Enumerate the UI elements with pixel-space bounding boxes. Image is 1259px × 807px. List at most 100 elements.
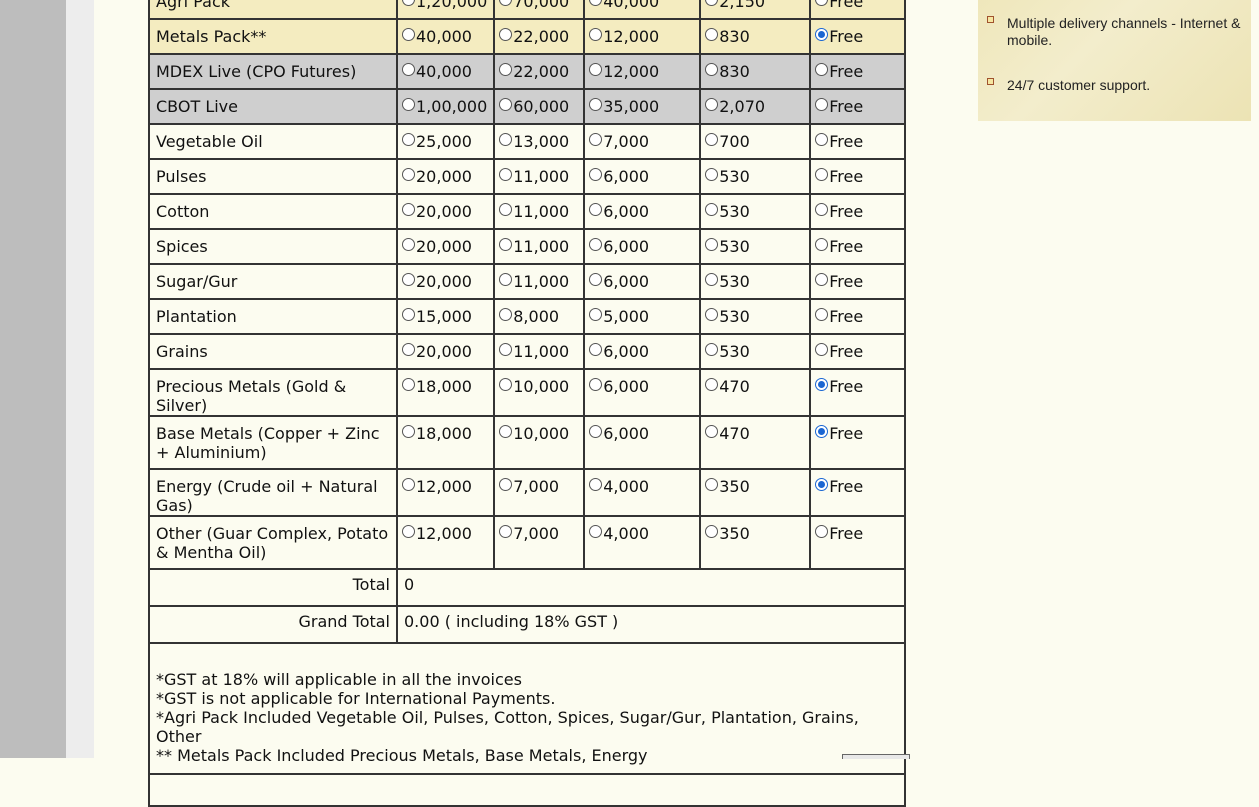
radio-button[interactable] [815,0,829,6]
radio-button[interactable] [705,525,719,538]
radio-button[interactable] [499,28,513,41]
radio-button[interactable] [705,238,719,251]
radio-button[interactable] [589,0,603,6]
radio-button[interactable] [589,98,603,111]
radio-button[interactable] [402,133,415,146]
radio-button[interactable] [402,238,415,251]
radio-button[interactable] [589,308,603,321]
radio-button[interactable] [815,425,829,438]
price-option-cell: 530 [699,298,812,335]
radio-button[interactable] [402,28,415,41]
radio-button[interactable] [705,0,719,6]
radio-button[interactable] [499,378,513,391]
radio-button[interactable] [705,478,719,491]
price-option-cell: 40,000 [395,53,496,90]
radio-button[interactable] [402,0,415,6]
radio-button[interactable] [589,478,603,491]
radio-button[interactable] [705,28,719,41]
radio-button[interactable] [499,273,513,286]
radio-button[interactable] [402,98,415,111]
radio-button[interactable] [705,168,719,181]
radio-button[interactable] [705,133,719,146]
radio-button[interactable] [589,343,603,356]
price-label: 70,000 [513,0,570,11]
radio-button[interactable] [499,168,513,181]
radio-button[interactable] [589,203,603,216]
price-option-cell: 12,000 [583,18,702,55]
table-row: Precious Metals (Gold & Silver) 18,000 10,… [148,368,907,417]
radio-button[interactable] [499,425,513,438]
price-label: 60,000 [513,97,570,116]
radio-button[interactable] [815,378,829,391]
price-option-cell: 70,000 [493,0,586,20]
radio-button[interactable] [589,525,603,538]
blank-row [147,773,907,807]
radio-button[interactable] [705,273,719,286]
table-row: Other (Guar Complex, Potato & Mentha Oil… [148,515,907,570]
price-option-cell: 700 [699,123,812,160]
radio-button[interactable] [499,525,513,538]
radio-button[interactable] [402,273,415,286]
radio-button[interactable] [589,133,603,146]
radio-button[interactable] [499,98,513,111]
radio-button[interactable] [815,203,829,216]
row-name: Cotton [148,193,398,230]
radio-button[interactable] [499,133,513,146]
radio-button[interactable] [815,478,829,491]
radio-button[interactable] [815,98,829,111]
radio-button[interactable] [589,238,603,251]
radio-button[interactable] [402,168,415,181]
radio-button[interactable] [705,98,719,111]
price-option-cell: 1,00,000 [395,88,496,125]
radio-button[interactable] [589,273,603,286]
radio-button[interactable] [402,378,415,391]
submit-button[interactable] [842,754,910,759]
radio-button[interactable] [589,63,603,76]
radio-button[interactable] [705,378,719,391]
radio-button[interactable] [815,168,829,181]
radio-button[interactable] [705,203,719,216]
radio-button[interactable] [402,525,415,538]
price-label: 35,000 [603,97,660,116]
radio-button[interactable] [499,478,513,491]
radio-button[interactable] [402,343,415,356]
row-name: Pulses [148,158,398,195]
radio-button[interactable] [402,478,415,491]
price-label: 22,000 [513,27,570,46]
radio-button[interactable] [815,28,829,41]
radio-button[interactable] [499,0,513,6]
radio-button[interactable] [589,425,603,438]
radio-button[interactable] [589,168,603,181]
radio-button[interactable] [499,308,513,321]
radio-button[interactable] [705,343,719,356]
table-row: Sugar/Gur 20,000 11,000 6,000 530 Free [148,263,907,300]
radio-button[interactable] [705,63,719,76]
radio-button[interactable] [402,63,415,76]
price-label: 1,20,000 [416,0,488,11]
price-label: 11,000 [513,167,570,186]
radio-button[interactable] [815,308,829,321]
price-option-cell: 10,000 [493,368,586,417]
radio-button[interactable] [815,525,829,538]
radio-button[interactable] [705,425,719,438]
price-label: 12,000 [603,27,660,46]
radio-button[interactable] [589,28,603,41]
radio-button[interactable] [815,343,829,356]
radio-button[interactable] [499,238,513,251]
radio-button[interactable] [499,343,513,356]
price-label: 12,000 [416,477,472,496]
radio-button[interactable] [499,203,513,216]
price-option-cell: 6,000 [583,158,702,195]
price-label: 6,000 [603,424,650,443]
radio-button[interactable] [815,63,829,76]
radio-button[interactable] [815,238,829,251]
radio-button[interactable] [589,378,603,391]
radio-button[interactable] [499,63,513,76]
radio-button[interactable] [402,203,415,216]
radio-button[interactable] [402,308,415,321]
radio-button[interactable] [815,273,829,286]
price-label: 20,000 [416,202,472,221]
radio-button[interactable] [705,308,719,321]
radio-button[interactable] [815,133,829,146]
radio-button[interactable] [402,425,415,438]
